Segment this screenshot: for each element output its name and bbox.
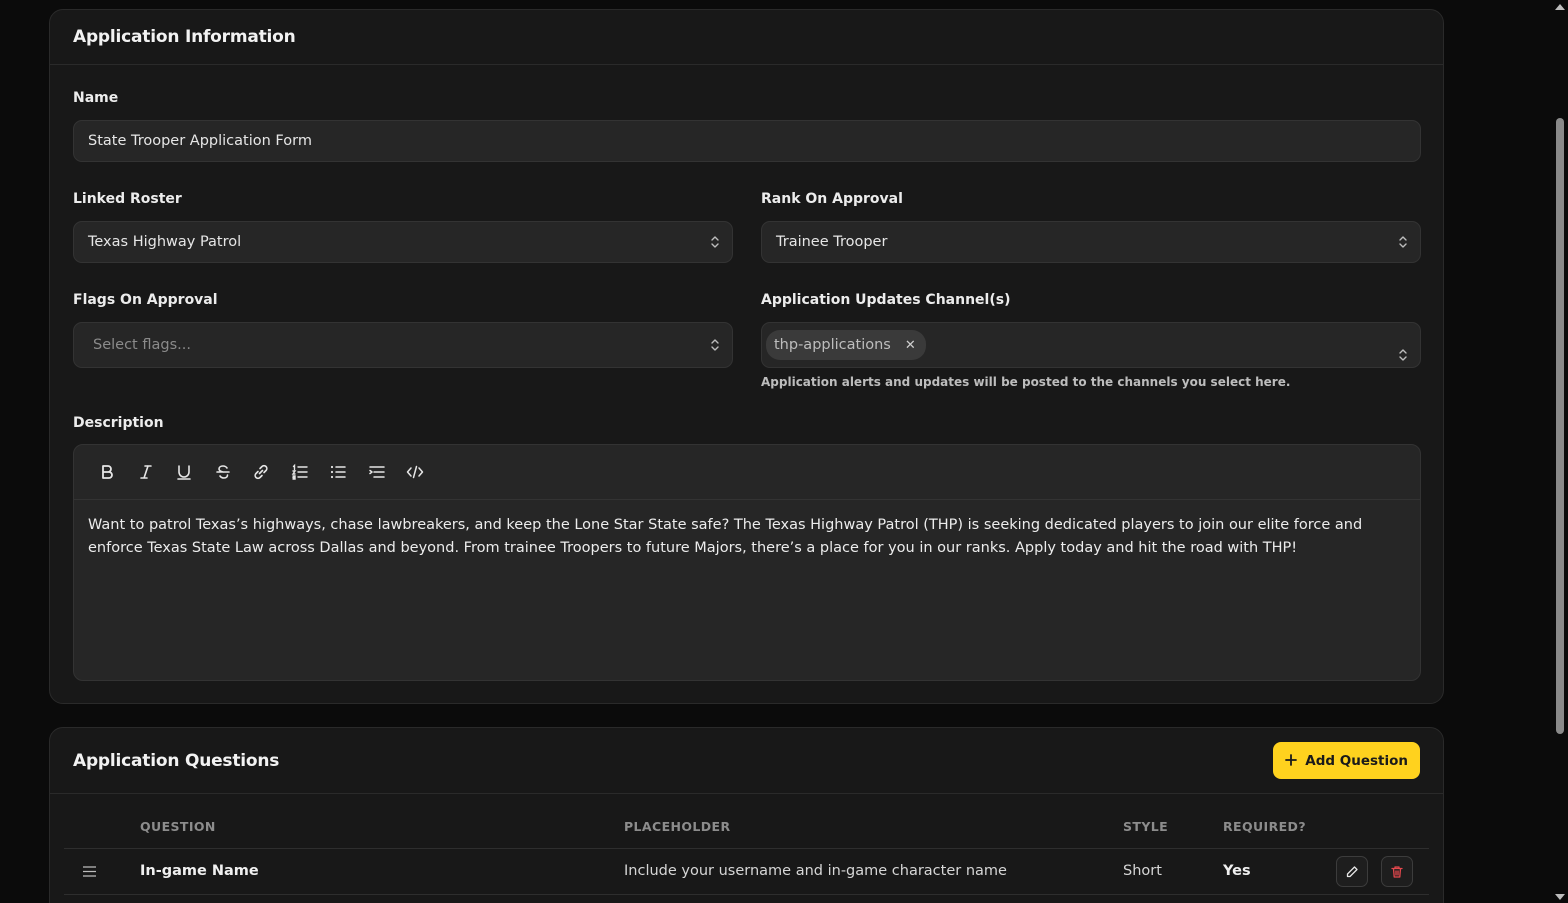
scroll-down-arrow-icon[interactable]	[1555, 894, 1565, 900]
chevron-up-down-icon	[711, 339, 719, 351]
rank-on-approval-label: Rank On Approval	[761, 191, 903, 207]
ordered-list-icon[interactable]	[281, 457, 320, 487]
description-editor: Want to patrol Texas’s highways, chase l…	[73, 444, 1421, 681]
bold-icon[interactable]	[88, 457, 127, 487]
indent-icon[interactable]	[358, 457, 397, 487]
name-input[interactable]: State Trooper Application Form	[73, 120, 1421, 162]
italic-icon[interactable]	[127, 457, 166, 487]
table-row: In-game Name Include your username and i…	[64, 849, 1429, 895]
code-icon[interactable]	[396, 457, 435, 487]
chevron-up-down-icon	[1399, 236, 1407, 248]
linked-roster-label: Linked Roster	[73, 191, 182, 207]
channels-helper-text: Application alerts and updates will be p…	[761, 375, 1291, 389]
bullet-list-icon[interactable]	[319, 457, 358, 487]
pencil-icon	[1346, 865, 1358, 877]
placeholder-cell: Include your username and in-game charac…	[624, 863, 1007, 879]
column-style: STYLE	[1123, 819, 1169, 834]
scrollbar-thumb[interactable]	[1556, 118, 1564, 734]
application-questions-card: Application Questions Add Question QUEST…	[49, 727, 1444, 903]
description-label: Description	[73, 415, 164, 431]
channel-chip: thp-applications ✕	[766, 330, 926, 360]
card-title: Application Questions	[73, 750, 280, 771]
updates-channels-label: Application Updates Channel(s)	[761, 292, 1011, 308]
card-header: Application Questions Add Question	[50, 728, 1443, 794]
name-label: Name	[73, 90, 119, 106]
page-scrollbar[interactable]	[1551, 0, 1568, 903]
close-icon[interactable]: ✕	[905, 338, 916, 353]
editor-toolbar	[74, 445, 1420, 500]
page: Application Information Name State Troop…	[0, 0, 1568, 903]
column-placeholder: PLACEHOLDER	[624, 819, 731, 834]
column-question: QUESTION	[140, 819, 216, 834]
linked-roster-value: Texas Highway Patrol	[88, 234, 242, 250]
flags-on-approval-label: Flags On Approval	[73, 292, 218, 308]
trash-icon	[1391, 865, 1403, 878]
questions-table-header: QUESTION PLACEHOLDER STYLE REQUIRED?	[64, 794, 1429, 849]
style-cell: Short	[1123, 863, 1162, 879]
delete-button[interactable]	[1381, 856, 1413, 887]
add-question-label: Add Question	[1305, 752, 1408, 769]
link-icon[interactable]	[242, 457, 281, 487]
channel-chip-label: thp-applications	[774, 337, 891, 353]
underline-icon[interactable]	[165, 457, 204, 487]
question-cell: In-game Name	[140, 863, 259, 879]
required-cell: Yes	[1223, 863, 1251, 879]
rank-on-approval-select[interactable]: Trainee Trooper	[761, 221, 1421, 263]
strikethrough-icon[interactable]	[204, 457, 243, 487]
flags-on-approval-select[interactable]: Select flags...	[73, 322, 733, 368]
column-required: REQUIRED?	[1223, 819, 1306, 834]
scroll-up-arrow-icon[interactable]	[1555, 4, 1565, 10]
flags-placeholder: Select flags...	[93, 337, 191, 353]
description-text[interactable]: Want to patrol Texas’s highways, chase l…	[74, 500, 1420, 574]
updates-channels-select[interactable]: thp-applications ✕	[761, 322, 1421, 368]
chevron-up-down-icon	[1399, 349, 1407, 361]
edit-button[interactable]	[1336, 856, 1368, 887]
linked-roster-select[interactable]: Texas Highway Patrol	[73, 221, 733, 263]
add-question-button[interactable]: Add Question	[1273, 742, 1420, 779]
chevron-up-down-icon	[711, 236, 719, 248]
rank-value: Trainee Trooper	[776, 234, 888, 250]
application-information-card: Application Information Name State Troop…	[49, 9, 1444, 704]
drag-handle-icon[interactable]	[83, 866, 96, 877]
card-header: Application Information	[50, 10, 1443, 65]
card-title: Application Information	[73, 27, 296, 47]
plus-icon	[1285, 752, 1298, 770]
